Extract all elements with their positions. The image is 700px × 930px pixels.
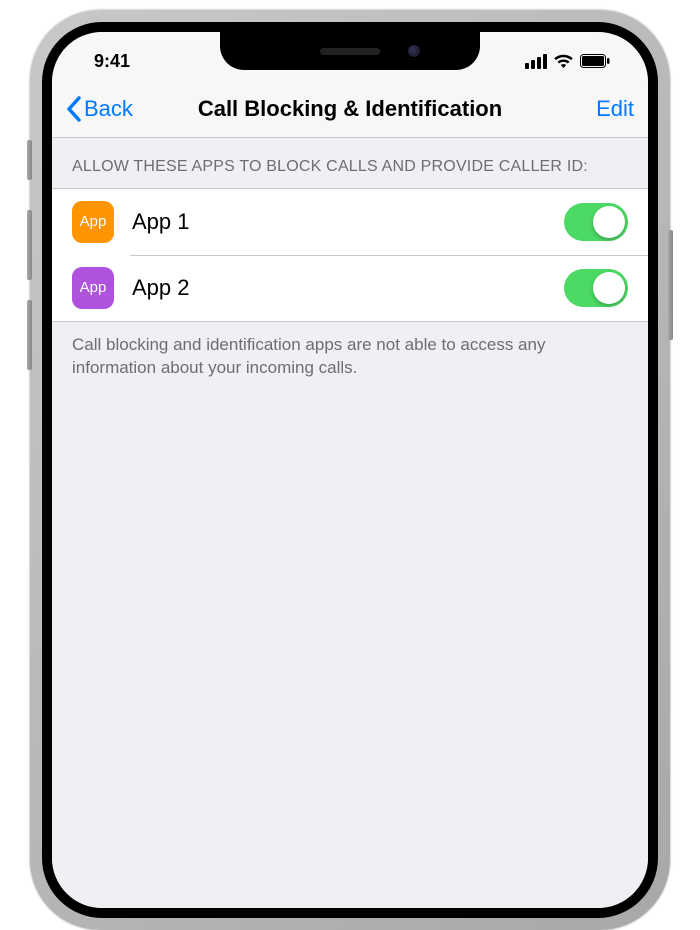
content-area: ALLOW THESE APPS TO BLOCK CALLS AND PROV… (52, 138, 648, 908)
toggle-knob (593, 206, 625, 238)
app-name-label: App 2 (132, 275, 546, 301)
app-icon: App (72, 267, 114, 309)
chevron-left-icon (66, 96, 82, 122)
screen: 9:41 (52, 32, 648, 908)
nav-bar: Back Call Blocking & Identification Edit (52, 80, 648, 138)
volume-down-button (27, 300, 32, 370)
speaker-grille (320, 48, 380, 55)
status-indicators (525, 44, 620, 69)
battery-icon (580, 54, 610, 68)
volume-up-button (27, 210, 32, 280)
back-button[interactable]: Back (66, 96, 133, 122)
phone-frame: 9:41 (30, 10, 670, 930)
phone-bezel: 9:41 (42, 22, 658, 918)
mute-switch (27, 140, 32, 180)
notch (220, 32, 480, 70)
toggle-switch[interactable] (564, 269, 628, 307)
section-header: ALLOW THESE APPS TO BLOCK CALLS AND PROV… (52, 138, 648, 188)
wifi-icon (553, 54, 574, 69)
apps-list: App App 1 App App 2 (52, 188, 648, 322)
back-label: Back (84, 96, 133, 122)
front-camera (408, 45, 420, 57)
app-icon: App (72, 201, 114, 243)
toggle-knob (593, 272, 625, 304)
app-name-label: App 1 (132, 209, 546, 235)
edit-button[interactable]: Edit (596, 96, 634, 122)
cellular-signal-icon (525, 54, 547, 69)
status-time: 9:41 (80, 41, 130, 72)
toggle-switch[interactable] (564, 203, 628, 241)
side-button (668, 230, 673, 340)
page-title: Call Blocking & Identification (198, 96, 502, 122)
app-row: App App 1 (52, 189, 648, 255)
app-row: App App 2 (52, 255, 648, 321)
section-footer: Call blocking and identification apps ar… (52, 322, 648, 392)
